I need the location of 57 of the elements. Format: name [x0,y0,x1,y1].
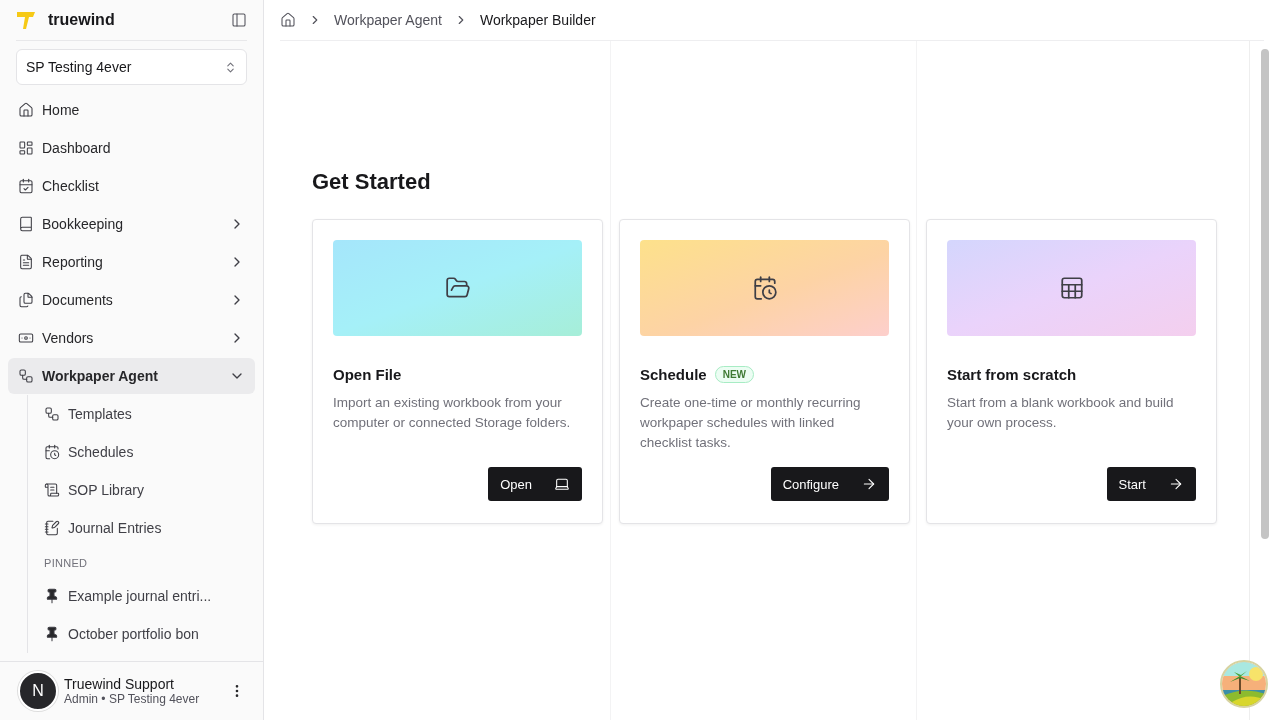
notebook-icon [44,520,60,536]
workflow-icon [44,406,60,422]
user-avatar: N [18,671,58,711]
pin-icon [44,626,60,642]
card-description: Import an existing workbook from your computer or connected Storage folders. [333,394,572,432]
laptop-icon [554,476,570,492]
nav-item[interactable]: Vendors [8,320,255,356]
user-role: Admin • SP Testing 4ever [64,692,201,706]
book-icon [18,216,34,232]
home-icon[interactable] [280,12,296,28]
nav-subitem[interactable]: Journal Entries [44,509,255,547]
dashboard-icon [18,140,34,156]
arrow-right-icon [1168,476,1184,492]
nav-item[interactable]: Documents [8,282,255,318]
nav-item[interactable]: Dashboard [8,130,255,166]
card-action-button[interactable]: Start [1106,467,1196,501]
pinned-item[interactable]: Example journal entri... [44,577,255,615]
document-icon [18,254,34,270]
calendar-clock-icon [751,275,778,301]
page-title: Get Started [312,169,432,195]
logo-icon [16,10,36,30]
card-description: Start from a blank workbook and build your own process. [947,394,1175,432]
breadcrumb-link[interactable]: Workpaper Builder [479,12,596,28]
calendar-clock-icon [44,444,60,460]
files-icon [18,292,34,308]
scrollbar-thumb[interactable] [1261,49,1269,539]
brand-name: truewind [48,11,116,29]
nav-subitem[interactable]: Schedules [44,433,255,471]
pinned-item[interactable]: October portfolio bon [44,615,255,653]
card-title: Open File [333,366,402,383]
nav-item[interactable]: Bookkeeping [8,206,255,242]
banknote-icon [18,330,34,346]
nav-item[interactable]: Workpaper Agent [8,358,255,394]
pin-icon [44,588,60,604]
card-title: Start from scratch [947,366,1077,383]
card-title: Schedule [640,366,707,383]
card-action-button[interactable]: Configure [770,467,889,501]
workspace-select[interactable]: SP Testing 4ever [16,49,247,85]
nav-subitem[interactable]: Templates [44,395,255,433]
nav-item[interactable]: Home [8,92,255,128]
card-description: Create one-time or monthly recurring workpaper schedules with linked checklist tasks. [640,394,862,452]
workflow-icon [18,368,34,384]
nav-item[interactable]: Reporting [8,244,255,280]
section-heading: PINNED [44,556,89,571]
nav-item[interactable]: Checklist [8,168,255,204]
table-icon [1058,275,1085,301]
user-name: Truewind Support [64,676,175,692]
nav-subitem[interactable]: SOP Library [44,471,255,509]
chevrons-icon [224,60,237,74]
card-action-button[interactable]: Open [488,467,582,501]
calendar-check-icon [18,178,34,194]
sidebar-toggle-icon[interactable] [231,12,247,28]
home-icon [18,102,34,118]
breadcrumb-link[interactable]: Workpaper Agent [334,12,442,28]
new-badge: NEW [714,366,755,383]
folder-icon [444,275,471,301]
scroll-icon [44,482,60,498]
